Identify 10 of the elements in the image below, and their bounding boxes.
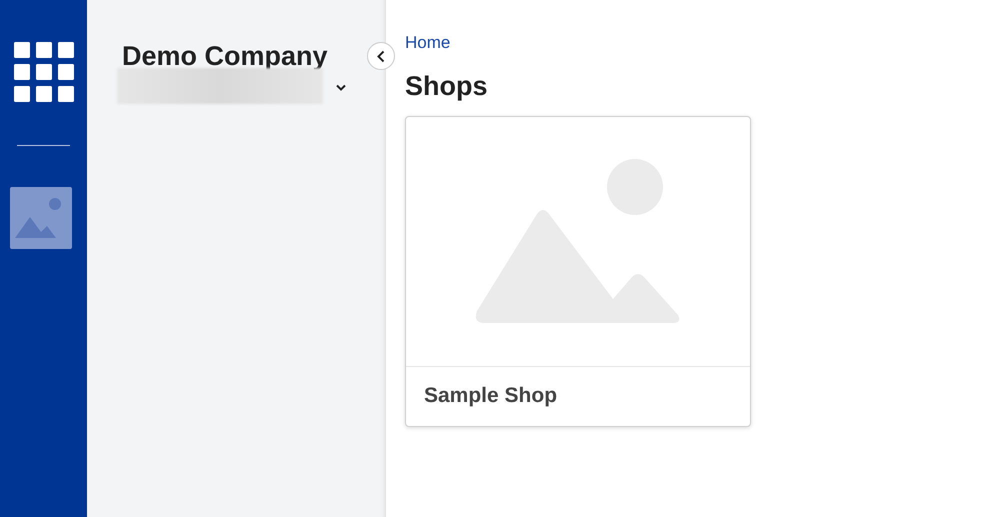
image-tile-icon[interactable] <box>10 187 72 249</box>
page-title: Shops <box>405 70 489 103</box>
breadcrumb-link[interactable]: Home <box>405 30 450 56</box>
collapse-button[interactable] <box>367 42 395 70</box>
shop-name: Sample Shop <box>423 383 558 409</box>
shop-card[interactable]: Sample Shop <box>405 116 751 427</box>
chevron-down-icon[interactable] <box>336 84 346 92</box>
company-name: Demo Company <box>122 40 328 73</box>
chevron-left-icon <box>377 50 385 62</box>
app-grid-icon[interactable] <box>14 42 74 102</box>
